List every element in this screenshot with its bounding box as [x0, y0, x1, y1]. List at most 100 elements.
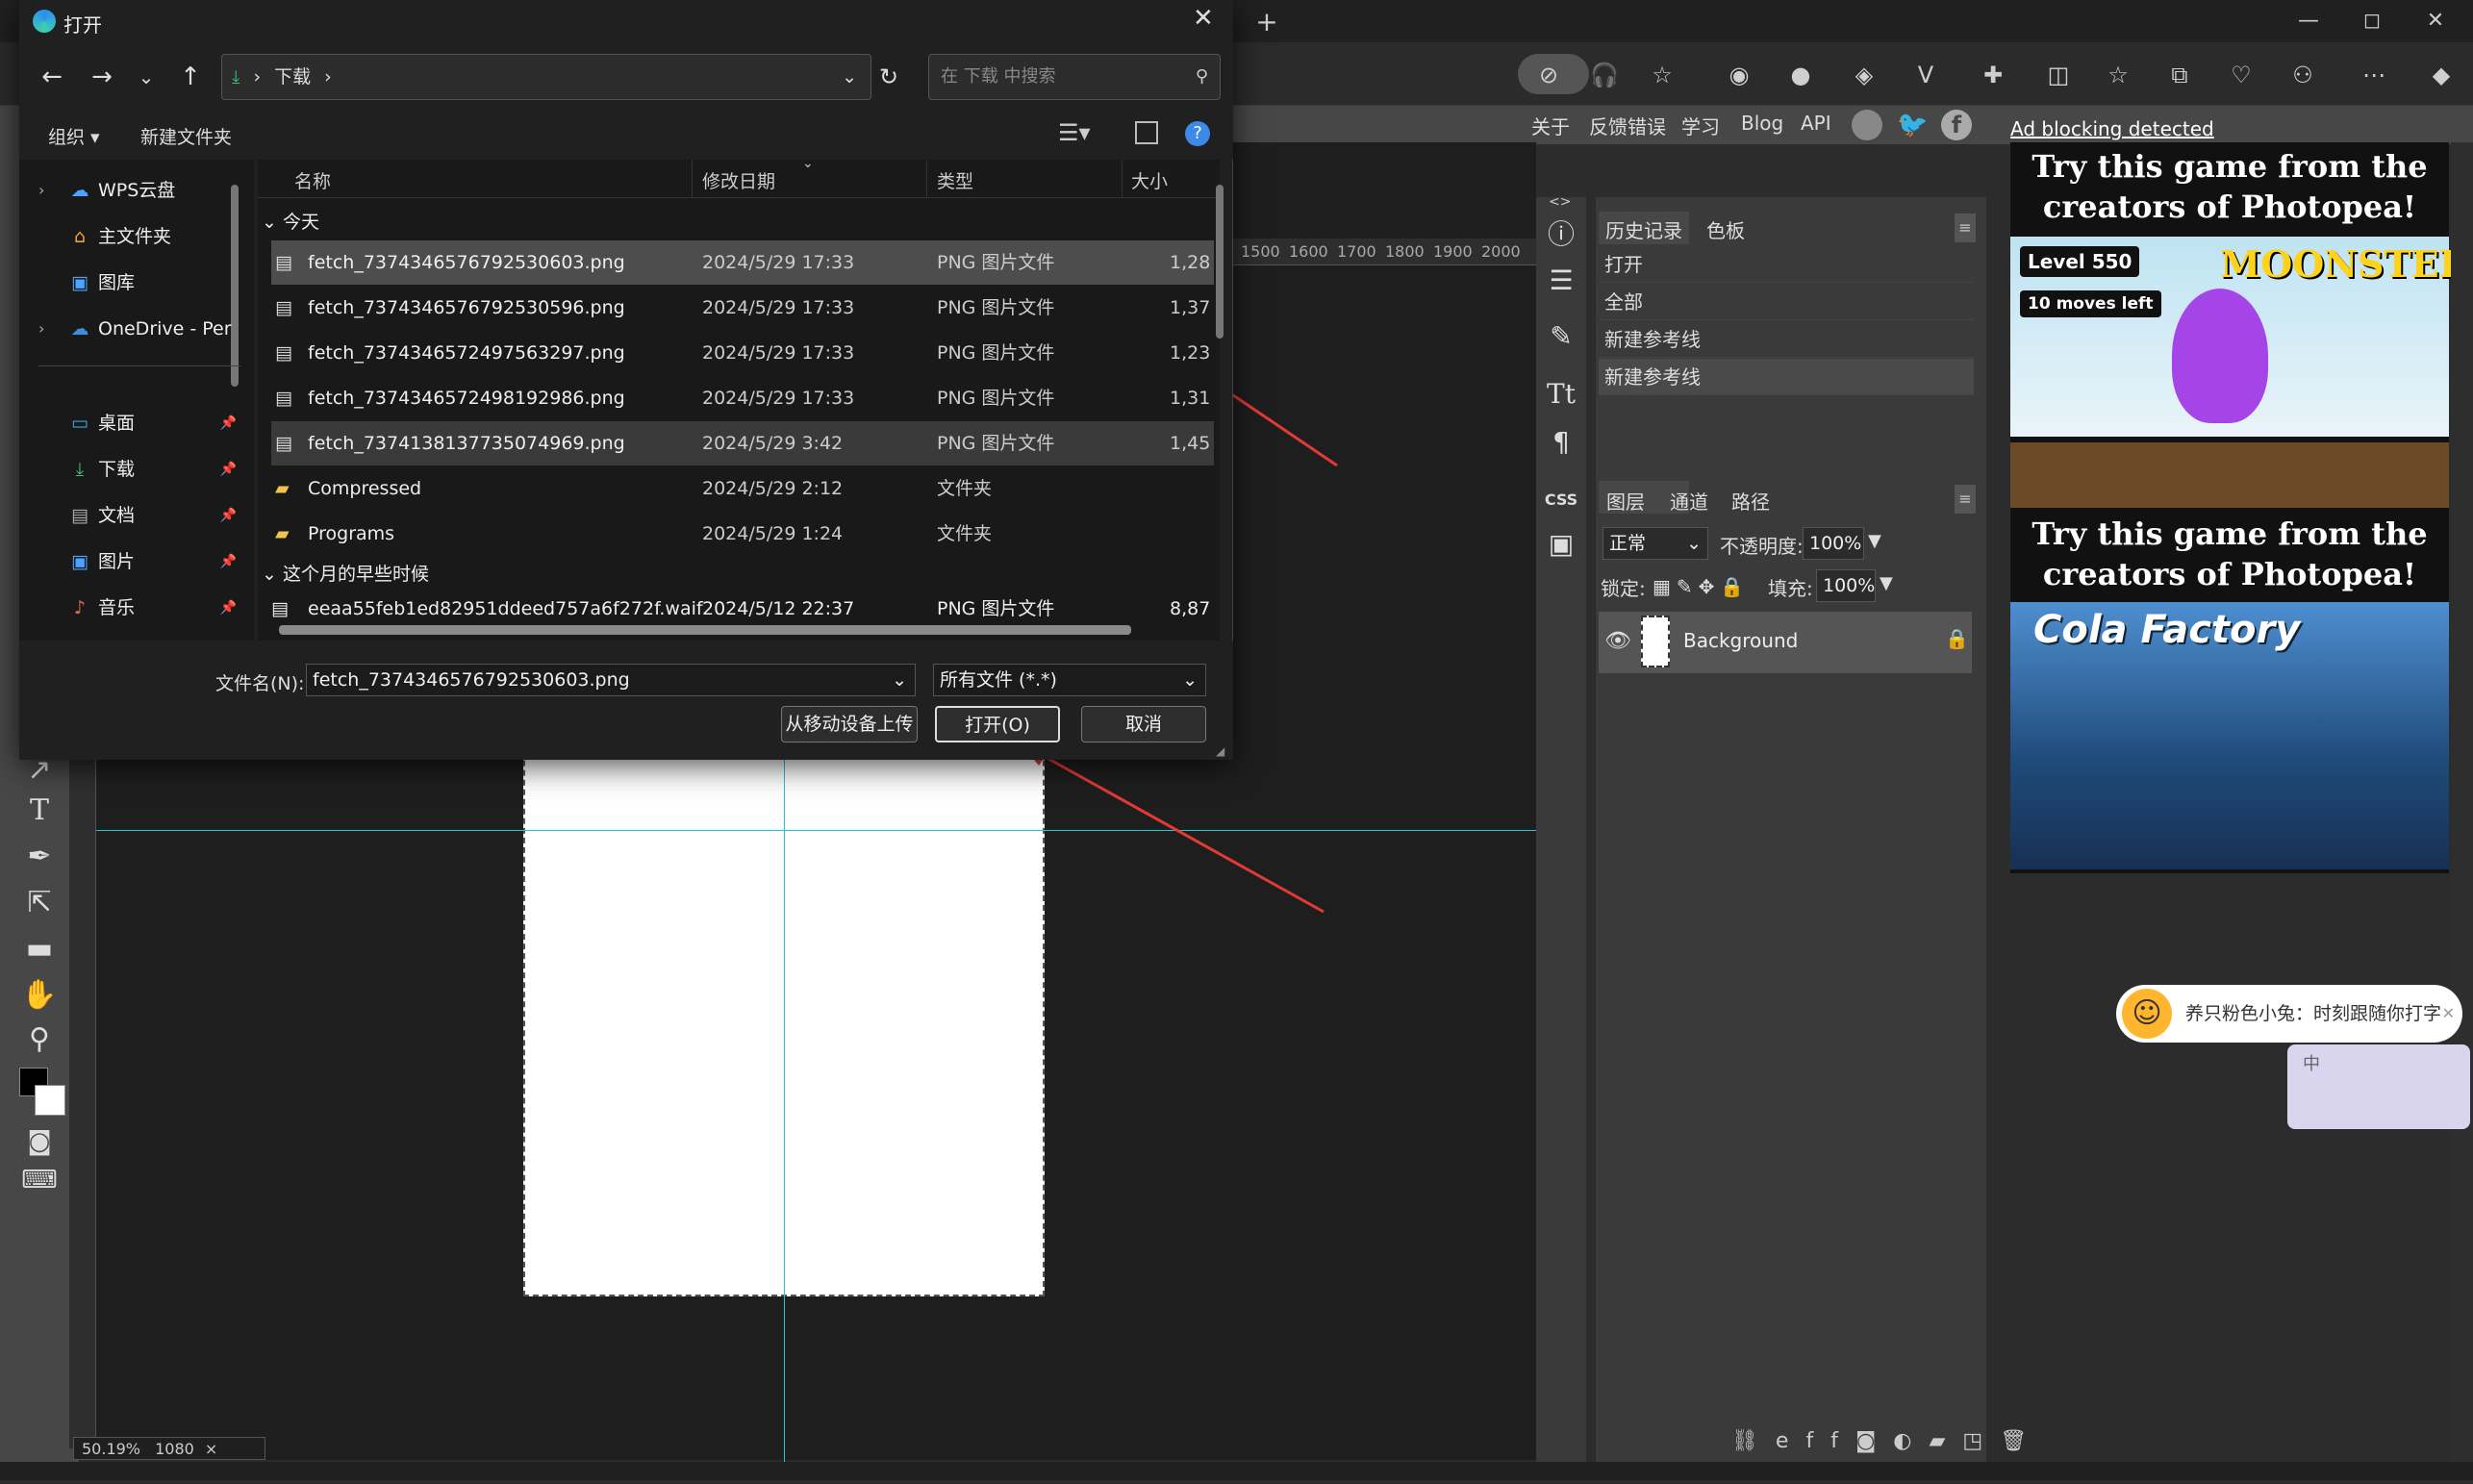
- table-row[interactable]: ▤ fetch_7374346572497563297.png 2024/5/29 …: [271, 331, 1214, 375]
- onedrive-icon: ☁: [70, 318, 89, 340]
- folder-icon: ▰: [275, 478, 290, 499]
- file-size: 8,87: [1170, 598, 1211, 619]
- home-icon: ⌂: [73, 226, 87, 247]
- forward-arrow-icon[interactable]: →: [83, 58, 121, 96]
- filename-label: 文件名(N):: [215, 673, 305, 694]
- col-name[interactable]: 名称: [294, 167, 331, 193]
- horizontal-scrollbar[interactable]: [279, 625, 1131, 635]
- col-size[interactable]: 大小: [1131, 167, 1168, 193]
- file-size: 1,23: [1170, 342, 1211, 364]
- image-file-icon: ▤: [275, 433, 292, 454]
- search-input[interactable]: 在 下载 中搜索 ⚲: [928, 54, 1221, 100]
- table-row[interactable]: ▤ fetch_7374346576792530596.png 2024/5/29 …: [271, 286, 1214, 330]
- nav-item[interactable]: › ☁ WPS云盘: [38, 169, 240, 212]
- resize-grip-icon[interactable]: ◢: [1216, 744, 1224, 758]
- nav-item[interactable]: ⌂ 主文件夹: [38, 215, 240, 258]
- table-row[interactable]: ▰ Compressed 2024/5/29 2:12 文件夹: [271, 466, 1214, 511]
- nav-item-label: 音乐: [98, 597, 136, 618]
- nav-item-label: 文档: [98, 505, 136, 526]
- nav-item[interactable]: ▣ 图片 📌: [38, 541, 240, 583]
- col-date[interactable]: 修改日期: [702, 167, 775, 193]
- cancel-button[interactable]: 取消: [1081, 706, 1206, 742]
- nav-item[interactable]: › ☁ OneDrive - Per: [38, 308, 240, 350]
- address-bar[interactable]: ⤓ › 下载 › ⌄: [221, 54, 871, 100]
- open-button[interactable]: 打开(O): [935, 706, 1060, 742]
- table-row[interactable]: ▤ fetch_7374138137735074969.png 2024/5/29 …: [271, 421, 1214, 465]
- nav-item-label: 主文件夹: [98, 226, 172, 247]
- refresh-icon[interactable]: ↻: [870, 58, 908, 96]
- filename-dropdown-icon[interactable]: ⌄: [892, 665, 907, 695]
- file-type: PNG 图片文件: [937, 598, 1055, 619]
- download-icon: ⤓: [232, 66, 240, 88]
- group-earlier-label: 这个月的早些时候: [282, 564, 429, 585]
- nav-item[interactable]: ▭ 桌面 📌: [38, 402, 240, 444]
- image-file-icon: ▤: [275, 388, 292, 409]
- edge-logo-icon: [33, 10, 56, 33]
- up-arrow-icon[interactable]: ↑: [171, 58, 210, 96]
- col-divider[interactable]: [692, 160, 693, 198]
- file-date: 2024/5/29 17:33: [702, 252, 855, 273]
- nav-item[interactable]: ▣ 图库: [38, 262, 240, 304]
- file-list-scrollbar[interactable]: [1216, 185, 1224, 339]
- filetype-select[interactable]: 所有文件 (*.*) ⌄: [933, 664, 1206, 696]
- file-name: fetch_7374346572497563297.png: [308, 342, 625, 364]
- search-placeholder: 在 下载 中搜索: [941, 66, 1056, 87]
- sort-chevron-icon: ⌄: [802, 156, 814, 171]
- group-earlier[interactable]: ⌄ 这个月的早些时候: [262, 556, 429, 592]
- file-type: PNG 图片文件: [937, 388, 1055, 409]
- table-row[interactable]: ▤ fetch_7374346576792530603.png 2024/5/29 …: [271, 240, 1214, 285]
- col-type[interactable]: 类型: [937, 167, 973, 193]
- table-row[interactable]: ▤ fetch_7374346572498192986.png 2024/5/29 …: [271, 376, 1214, 420]
- image-file-icon: ▤: [275, 297, 292, 318]
- pin-icon: 📌: [219, 600, 237, 616]
- folder-icon: ▰: [275, 523, 290, 544]
- file-date: 2024/5/12 22:37: [702, 598, 855, 619]
- file-name: fetch_7374346576792530596.png: [308, 297, 625, 318]
- file-date: 2024/5/29 3:42: [702, 433, 844, 454]
- filename-input[interactable]: fetch_7374346576792530603.png ⌄: [306, 664, 916, 696]
- upload-from-mobile-button[interactable]: 从移动设备上传: [781, 706, 918, 742]
- filetype-value: 所有文件 (*.*): [940, 669, 1057, 691]
- file-type: 文件夹: [937, 523, 993, 544]
- new-folder-button[interactable]: 新建文件夹: [140, 123, 232, 149]
- nav-item[interactable]: ♪ 音乐 📌: [38, 587, 240, 629]
- nav-divider: [38, 365, 240, 366]
- file-size: 1,31: [1170, 388, 1211, 409]
- preview-pane-icon[interactable]: [1135, 121, 1158, 144]
- chevron-right-icon[interactable]: ›: [38, 169, 44, 212]
- group-today[interactable]: ⌄ 今天: [262, 204, 319, 240]
- nav-item[interactable]: ▤ 文档 📌: [38, 494, 240, 537]
- image-file-icon: ▤: [271, 598, 289, 619]
- recent-dropdown-icon[interactable]: ⌄: [127, 58, 165, 96]
- dialog-close-icon[interactable]: ✕: [1193, 4, 1214, 33]
- help-icon[interactable]: ?: [1185, 121, 1210, 146]
- col-divider[interactable]: [926, 160, 927, 198]
- address-dropdown-icon[interactable]: ⌄: [842, 55, 857, 99]
- organize-menu[interactable]: 组织 ▾: [48, 123, 100, 149]
- col-divider[interactable]: [1122, 160, 1123, 198]
- filename-value: fetch_7374346576792530603.png: [313, 669, 630, 691]
- view-options-icon[interactable]: ☰▾: [1058, 119, 1091, 146]
- desktop-icon: ▭: [71, 413, 88, 434]
- file-date: 2024/5/29 17:33: [702, 297, 855, 318]
- nav-item-label: 桌面: [98, 413, 136, 434]
- chevron-down-icon: ⌄: [262, 212, 283, 233]
- file-name: eeaa55feb1ed82951ddeed757a6f272f.waif: [308, 598, 703, 619]
- pin-icon: 📌: [219, 554, 237, 569]
- file-name: fetch_7374138137735074969.png: [308, 433, 625, 454]
- file-size: 1,28: [1170, 252, 1211, 273]
- file-type: PNG 图片文件: [937, 297, 1055, 318]
- file-size: 1,45: [1170, 433, 1211, 454]
- nav-item[interactable]: ⤓ 下载 📌: [38, 448, 240, 490]
- chevron-right-icon[interactable]: ›: [38, 308, 44, 350]
- table-row[interactable]: ▰ Programs 2024/5/29 1:24 文件夹: [271, 512, 1214, 556]
- back-arrow-icon[interactable]: ←: [33, 58, 71, 96]
- breadcrumb-downloads[interactable]: 下载: [274, 66, 311, 88]
- nav-item-label: 下载: [98, 459, 136, 480]
- filetype-dropdown-icon[interactable]: ⌄: [1182, 665, 1198, 695]
- breadcrumb-separator: ›: [324, 66, 332, 88]
- file-name: fetch_7374346576792530603.png: [308, 252, 625, 273]
- pin-icon: 📌: [219, 415, 237, 431]
- table-row[interactable]: ▤ eeaa55feb1ed82951ddeed757a6f272f.waif …: [271, 594, 1214, 623]
- dialog-title: 打开: [63, 13, 102, 37]
